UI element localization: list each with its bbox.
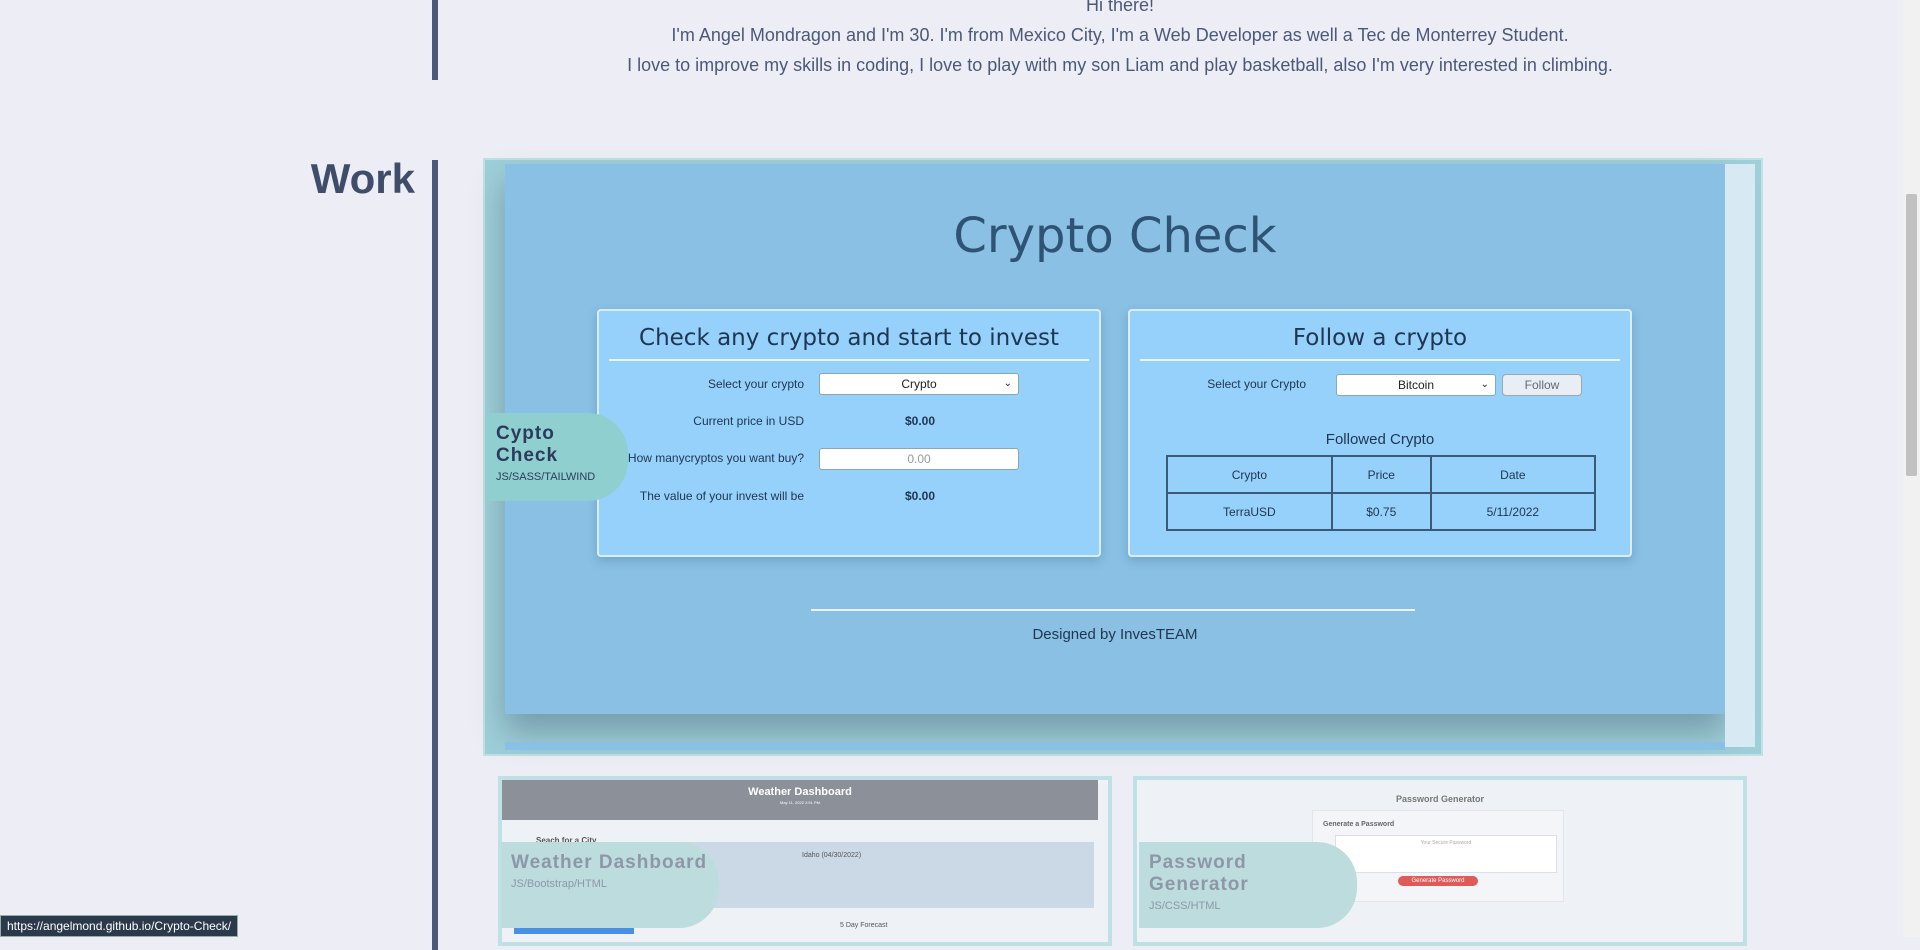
project-tech: JS/SASS/TAILWIND <box>496 471 596 483</box>
project-tag-weather-dashboard[interactable]: Weather Dashboard JS/Bootstrap/HTML <box>501 842 719 928</box>
project-name: Weather Dashboard <box>511 852 708 873</box>
work-section-bar <box>432 160 438 950</box>
followed-crypto-title: Followed Crypto <box>1325 431 1435 448</box>
password-preview-field: Your Secure Password <box>1335 835 1557 873</box>
about-greeting: Hi there! <box>1085 0 1155 15</box>
project-tech: JS/CSS/HTML <box>1149 900 1221 912</box>
table-cell: TerraUSD <box>1166 492 1333 531</box>
table-cell: 5/11/2022 <box>1429 492 1597 531</box>
about-text: Hi there! I'm Angel Mondragon and I'm 30… <box>440 0 1800 80</box>
about-line-1: I'm Angel Mondragon and I'm 30. I'm from… <box>671 25 1569 45</box>
invest-value-label: The value of your invest will be <box>639 489 804 503</box>
project-name: Cypto Check <box>496 423 559 466</box>
amount-input: 0.00 <box>819 448 1019 470</box>
follow-select-label: Select your Crypto <box>1207 377 1306 391</box>
screenshot-footer: Designed by InvesTEAM <box>1032 626 1198 643</box>
scrollbar-thumb[interactable] <box>1906 194 1917 476</box>
weather-forecast-label: 5 Day Forecast <box>840 922 888 929</box>
work-heading: Work <box>310 155 415 202</box>
invest-panel: Check any crypto and start to invest Sel… <box>597 309 1101 557</box>
password-preview-button: Generate Password <box>1398 876 1478 886</box>
crypto-select-value: Crypto <box>901 377 937 391</box>
status-bar-url: https://angelmond.github.io/Crypto-Check… <box>0 915 239 937</box>
amount-label: How manycryptos you want buy? <box>627 451 804 465</box>
about-section-bar <box>432 0 438 80</box>
project-tag-crypto-check[interactable]: Cypto Check JS/SASS/TAILWIND <box>486 413 628 501</box>
project-screenshot: Crypto Check Check any crypto and start … <box>505 164 1725 714</box>
password-preview-label: Generate a Password <box>1323 821 1395 828</box>
weather-preview-header: Weather Dashboard May 11, 2022 2:51 PM <box>502 780 1098 820</box>
table-header-date: Date <box>1429 455 1597 494</box>
app-title: Crypto Check <box>953 208 1277 264</box>
crypto-select: Crypto ⌄ <box>819 373 1019 395</box>
current-price-label: Current price in USD <box>693 414 804 428</box>
table-header-crypto: Crypto <box>1166 455 1333 494</box>
footer-divider <box>811 609 1415 611</box>
table-cell: $0.75 <box>1330 492 1432 531</box>
project-tag-password-generator[interactable]: Password Generator JS/CSS/HTML <box>1139 842 1357 928</box>
weather-preview-button <box>514 928 634 934</box>
chevron-down-icon: ⌄ <box>1480 379 1489 390</box>
page-scrollbar[interactable] <box>1903 0 1920 937</box>
project-name: Password Generator <box>1149 852 1249 895</box>
password-preview-title: Password Generator <box>1395 794 1485 804</box>
divider <box>609 359 1089 361</box>
project-tech: JS/Bootstrap/HTML <box>511 878 607 890</box>
screenshot-strip <box>505 742 1725 750</box>
weather-preview-date: May 11, 2022 2:51 PM <box>780 800 820 805</box>
invest-value: $0.00 <box>905 489 936 503</box>
chevron-down-icon: ⌄ <box>1003 378 1012 389</box>
weather-city: Idaho (04/30/2022) <box>802 852 862 859</box>
project-card-crypto-check[interactable]: Crypto Check Check any crypto and start … <box>483 158 1763 756</box>
select-crypto-label: Select your crypto <box>707 377 804 391</box>
follow-panel-heading: Follow a crypto <box>1292 325 1468 351</box>
follow-button: Follow <box>1502 374 1582 396</box>
follow-panel: Follow a crypto Select your Crypto Bitco… <box>1128 309 1632 557</box>
invest-panel-heading: Check any crypto and start to invest <box>639 325 1059 351</box>
followed-crypto-table: Crypto Price Date TerraUSD $0.75 5/11/20… <box>1166 455 1597 531</box>
follow-select-value: Bitcoin <box>1397 378 1435 392</box>
weather-preview-title: Weather Dashboard <box>748 786 852 798</box>
table-header-price: Price <box>1330 455 1432 494</box>
current-price-value: $0.00 <box>905 414 936 428</box>
divider <box>1140 359 1620 361</box>
table-row: TerraUSD $0.75 5/11/2022 <box>1166 492 1597 531</box>
screenshot-edge <box>1725 164 1755 747</box>
about-line-2: I love to improve my skills in coding, I… <box>627 55 1613 75</box>
follow-crypto-select: Bitcoin ⌄ <box>1336 374 1496 396</box>
